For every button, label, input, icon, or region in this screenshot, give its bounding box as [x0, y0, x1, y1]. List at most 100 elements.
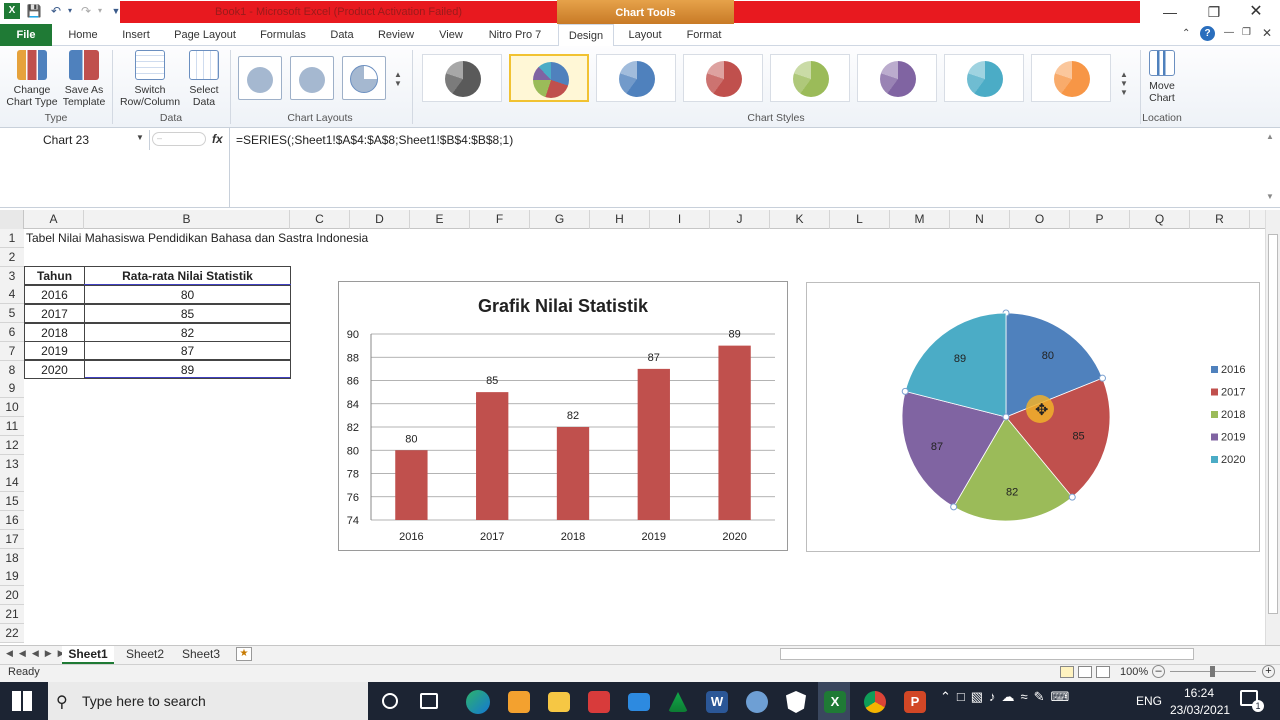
wb-restore-icon[interactable]: ❐ [1242, 27, 1251, 38]
tab-design[interactable]: Design [558, 24, 614, 47]
save-as-template-button[interactable]: Save As Template [60, 50, 108, 108]
row-header-16[interactable]: 16 [0, 511, 24, 530]
row-header-6[interactable]: 6 [0, 323, 24, 342]
chart-style-3[interactable] [596, 54, 676, 102]
vertical-scroll-thumb[interactable] [1268, 234, 1278, 614]
switch-row-column-button[interactable]: Switch Row/Column [118, 50, 182, 108]
chart-style-8[interactable] [1031, 54, 1111, 102]
cell-nilai[interactable]: 89 [84, 360, 291, 380]
tab-sheet2[interactable]: Sheet2 [120, 646, 170, 664]
row-header-13[interactable]: 13 [0, 454, 24, 474]
cell-tahun[interactable]: 2020 [24, 360, 85, 380]
page-layout-view-icon[interactable] [1078, 666, 1092, 678]
tab-home[interactable]: Home [60, 24, 106, 46]
row-header-8[interactable]: 8 [0, 360, 24, 380]
zoom-level[interactable]: 100% [1120, 666, 1148, 678]
move-chart-button[interactable]: Move Chart [1142, 50, 1182, 104]
language-indicator[interactable]: ENG [1136, 694, 1162, 708]
word-icon[interactable]: W [706, 691, 728, 713]
taskbar-search[interactable]: Type here to search [48, 682, 368, 720]
formula-expand-handle[interactable]: ‒ [152, 132, 206, 146]
row-header-15[interactable]: 15 [0, 492, 24, 512]
windows-start-icon[interactable] [12, 691, 32, 711]
restore-icon[interactable]: ❐ [1194, 2, 1234, 22]
gift-icon[interactable] [588, 691, 610, 713]
cell-nilai[interactable]: 85 [84, 303, 291, 323]
redo-dropdown-icon[interactable]: ▾ [92, 3, 108, 19]
edge-icon[interactable] [466, 690, 490, 714]
name-box[interactable]: Chart 23 [0, 130, 150, 150]
tab-file[interactable]: File [0, 24, 52, 46]
selection-handle[interactable] [1098, 374, 1106, 382]
chart-layout-3[interactable] [342, 56, 386, 100]
tab-format[interactable]: Format [678, 24, 730, 46]
chart-style-5[interactable] [770, 54, 850, 102]
selection-handle[interactable] [950, 503, 958, 511]
select-all-corner[interactable] [0, 210, 24, 229]
cell-nilai[interactable]: 80 [84, 285, 291, 304]
col-header-d[interactable]: D [350, 210, 410, 229]
row-header-1[interactable]: 1 [0, 229, 24, 248]
col-header-j[interactable]: J [710, 210, 770, 229]
cell-tahun[interactable]: 2017 [24, 303, 85, 323]
tab-layout[interactable]: Layout [620, 24, 670, 46]
sheet-nav-icons[interactable]: ◀◀◀▶▶ [6, 648, 71, 659]
row-header-19[interactable]: 19 [0, 567, 24, 587]
row-header-9[interactable]: 9 [0, 379, 24, 399]
selection-handle[interactable] [1002, 413, 1010, 421]
cell-nilai[interactable]: 82 [84, 322, 291, 342]
cell-a1-title[interactable]: Tabel Nilai Mahasiswa Pendidikan Bahasa … [26, 229, 368, 248]
bar-chart[interactable]: Grafik Nilai Statistik 74 76 78 80 82 84 86 88 9… [338, 281, 788, 551]
bar-2016[interactable] [395, 450, 428, 520]
bar-2020[interactable] [718, 345, 751, 520]
row-header-3[interactable]: 3 [0, 266, 24, 286]
chart-style-1[interactable] [422, 54, 502, 102]
col-header-h[interactable]: H [590, 210, 650, 229]
selection-handle[interactable] [1068, 493, 1076, 501]
col-header-c[interactable]: C [290, 210, 350, 229]
close-icon[interactable]: ✕ [1236, 2, 1276, 22]
chart-style-6[interactable] [857, 54, 937, 102]
col-header-i[interactable]: I [650, 210, 710, 229]
formula-scroll-down-icon[interactable]: ▼ [1266, 192, 1274, 201]
store-icon[interactable] [508, 691, 530, 713]
zoom-slider-thumb[interactable] [1210, 666, 1215, 677]
tab-data[interactable]: Data [322, 24, 362, 46]
chart-style-4[interactable] [683, 54, 763, 102]
ribbon-collapse-icon[interactable]: ⌃ [1182, 28, 1190, 39]
tab-view[interactable]: View [430, 24, 472, 46]
row-header-12[interactable]: 12 [0, 435, 24, 455]
tab-sheet3[interactable]: Sheet3 [176, 646, 226, 664]
cortana-icon[interactable] [382, 693, 398, 709]
tab-formulas[interactable]: Formulas [252, 24, 314, 46]
col-header-m[interactable]: M [890, 210, 950, 229]
selection-handle[interactable] [901, 387, 909, 395]
cell-tahun[interactable]: 2018 [24, 322, 85, 342]
row-header-22[interactable]: 22 [0, 623, 24, 643]
name-box-dropdown-icon[interactable]: ▼ [136, 133, 144, 142]
page-break-view-icon[interactable] [1096, 666, 1110, 678]
bar-2018[interactable] [556, 427, 590, 520]
bar-2017[interactable] [476, 392, 509, 520]
task-view-icon[interactable] [420, 693, 438, 709]
col-header-g[interactable]: G [530, 210, 590, 229]
layouts-scroll-icon[interactable]: ▲ ▼ [394, 70, 402, 88]
change-chart-type-button[interactable]: Change Chart Type [4, 50, 60, 108]
powerpoint-icon[interactable]: P [904, 691, 926, 713]
row-header-4[interactable]: 4 [0, 285, 24, 305]
row-header-20[interactable]: 20 [0, 586, 24, 606]
col-header-r[interactable]: R [1190, 210, 1250, 229]
row-header-5[interactable]: 5 [0, 304, 24, 324]
row-header-7[interactable]: 7 [0, 341, 24, 361]
app-icon[interactable] [746, 691, 768, 713]
col-header-n[interactable]: N [950, 210, 1010, 229]
fx-icon[interactable]: fx [212, 132, 223, 146]
zoom-in-icon[interactable]: + [1262, 665, 1275, 678]
col-header-a[interactable]: A [24, 210, 84, 229]
cell-tahun[interactable]: 2019 [24, 341, 85, 361]
tab-insert[interactable]: Insert [114, 24, 158, 46]
vertical-scrollbar[interactable] [1265, 210, 1280, 645]
chart-style-7[interactable] [944, 54, 1024, 102]
system-tray-icons[interactable]: ⌃□▧♪☁≈✎⌨ [940, 689, 1075, 705]
formula-input[interactable]: =SERIES(;Sheet1!$A$4:$A$8;Sheet1!$B$4:$B… [236, 130, 1266, 206]
